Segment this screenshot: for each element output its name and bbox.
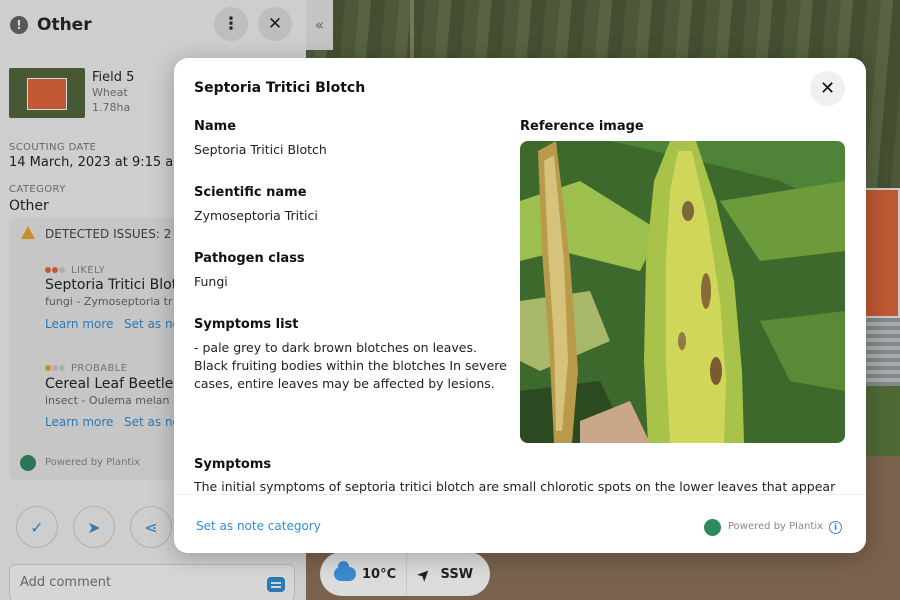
pathogen-class-value: Fungi [194, 274, 228, 289]
wheat-leaf-photo [520, 141, 845, 443]
cloud-sun-icon [334, 561, 356, 581]
modal-title: Septoria Tritici Blotch [194, 80, 366, 96]
plantix-logo-icon [704, 519, 721, 536]
weather-widget[interactable]: 10°C ➤ SSW [320, 552, 490, 596]
symptoms-label: Symptoms [194, 457, 272, 472]
disease-info-modal: Septoria Tritici Blotch ✕ Name Septoria … [174, 58, 866, 553]
info-icon[interactable]: i [829, 521, 842, 534]
scientific-name-label: Scientific name [194, 185, 307, 200]
reference-image[interactable] [520, 141, 845, 443]
temperature: 10°C [362, 566, 397, 582]
symptoms-text: The initial symptoms of septoria tritici… [194, 479, 836, 494]
pathogen-class-label: Pathogen class [194, 251, 305, 266]
name-value: Septoria Tritici Blotch [194, 142, 327, 157]
name-label: Name [194, 119, 237, 134]
reference-image-label: Reference image [520, 119, 644, 134]
wind-direction: SSW [440, 566, 474, 582]
symptoms-list-label: Symptoms list [194, 317, 299, 332]
modal-close-button[interactable]: ✕ [810, 71, 845, 106]
scientific-name-value: Zymoseptoria Tritici [194, 208, 318, 223]
close-icon: ✕ [819, 78, 836, 99]
powered-by-label: Powered by Plantix [728, 521, 824, 532]
symptoms-list-text: - pale grey to dark brown blotches on le… [194, 340, 507, 391]
divider [406, 552, 408, 596]
set-as-note-category-link[interactable]: Set as note category [196, 519, 321, 533]
modal-footer: Set as note category Powered by Plantix … [174, 494, 866, 553]
wind-arrow-icon: ➤ [412, 562, 436, 586]
